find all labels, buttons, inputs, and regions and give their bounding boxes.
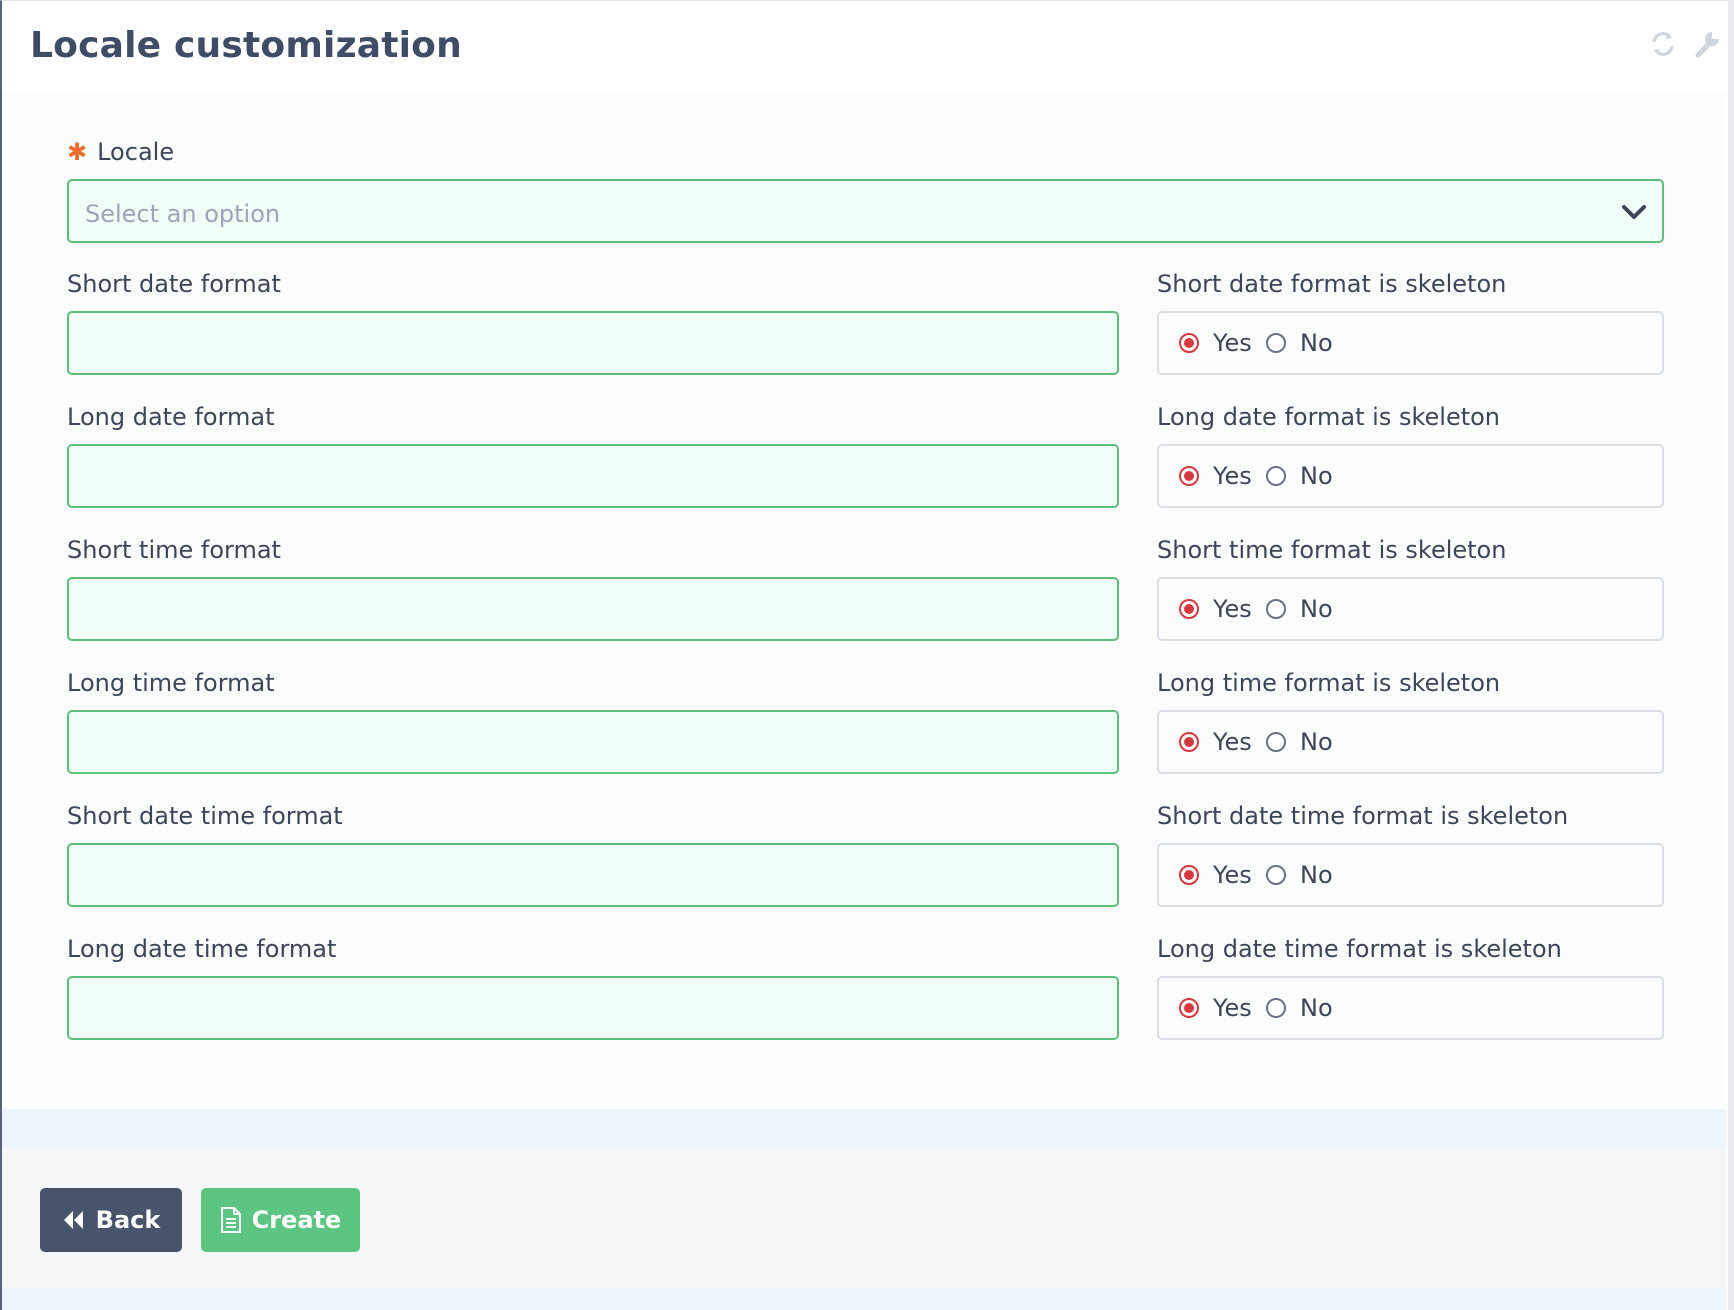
- footer-bottom: [2, 1288, 1726, 1310]
- page-title: Locale customization: [30, 25, 462, 66]
- skeleton-radio-group: Yes No: [1157, 843, 1664, 907]
- skeleton-label: Long time format is skeleton: [1157, 669, 1501, 697]
- radio-label-no: No: [1300, 595, 1333, 623]
- scrollbar[interactable]: [1728, 0, 1734, 1310]
- skeleton-label: Long date format is skeleton: [1157, 403, 1501, 431]
- back-button-label: Back: [95, 1206, 161, 1234]
- required-icon: ✱: [67, 138, 88, 166]
- format-label: Short date format: [67, 270, 281, 298]
- radio-button-no[interactable]: [1266, 333, 1286, 353]
- format-input[interactable]: [67, 444, 1119, 508]
- radio-option-no[interactable]: No: [1266, 728, 1333, 756]
- radio-option-no[interactable]: No: [1266, 595, 1333, 623]
- refresh-icon[interactable]: [1646, 27, 1680, 61]
- radio-button-yes[interactable]: [1179, 599, 1199, 619]
- radio-label-no: No: [1300, 994, 1333, 1022]
- radio-label-no: No: [1300, 861, 1333, 889]
- radio-button-no[interactable]: [1266, 865, 1286, 885]
- radio-button-no[interactable]: [1266, 732, 1286, 752]
- radio-button-yes[interactable]: [1179, 998, 1199, 1018]
- skeleton-label: Short date time format is skeleton: [1157, 802, 1569, 830]
- radio-button-yes[interactable]: [1179, 466, 1199, 486]
- radio-label-yes: Yes: [1213, 728, 1252, 756]
- format-input[interactable]: [67, 577, 1119, 641]
- radio-option-yes[interactable]: Yes: [1179, 861, 1252, 889]
- footer-separator: [2, 1109, 1726, 1147]
- radio-label-no: No: [1300, 462, 1333, 490]
- radio-option-yes[interactable]: Yes: [1179, 595, 1252, 623]
- format-input[interactable]: [67, 311, 1119, 375]
- radio-option-yes[interactable]: Yes: [1179, 462, 1252, 490]
- radio-button-yes[interactable]: [1179, 732, 1199, 752]
- skeleton-radio-group: Yes No: [1157, 444, 1664, 508]
- radio-label-yes: Yes: [1213, 861, 1252, 889]
- radio-option-no[interactable]: No: [1266, 994, 1333, 1022]
- skeleton-radio-group: Yes No: [1157, 976, 1664, 1040]
- back-button[interactable]: Back: [40, 1188, 182, 1252]
- radio-label-yes: Yes: [1213, 329, 1252, 357]
- locale-select-placeholder: Select an option: [85, 200, 281, 228]
- radio-button-no[interactable]: [1266, 998, 1286, 1018]
- skeleton-label: Short date format is skeleton: [1157, 270, 1507, 298]
- format-label: Short time format: [67, 536, 281, 564]
- format-input[interactable]: [67, 710, 1119, 774]
- format-input[interactable]: [67, 843, 1119, 907]
- radio-option-yes[interactable]: Yes: [1179, 329, 1252, 357]
- radio-option-no[interactable]: No: [1266, 861, 1333, 889]
- radio-label-yes: Yes: [1213, 462, 1252, 490]
- format-label: Short date time format: [67, 802, 343, 830]
- page-header: Locale customization: [2, 1, 1726, 93]
- chevron-down-icon: [1620, 201, 1648, 223]
- radio-option-yes[interactable]: Yes: [1179, 728, 1252, 756]
- file-icon: [220, 1207, 241, 1233]
- double-chevron-left-icon: [63, 1211, 83, 1229]
- locale-select[interactable]: Select an option: [67, 179, 1664, 243]
- locale-label: ✱ Locale: [67, 138, 174, 166]
- radio-label-yes: Yes: [1213, 595, 1252, 623]
- radio-button-no[interactable]: [1266, 599, 1286, 619]
- skeleton-label: Long date time format is skeleton: [1157, 935, 1562, 963]
- radio-label-no: No: [1300, 728, 1333, 756]
- radio-option-no[interactable]: No: [1266, 462, 1333, 490]
- skeleton-radio-group: Yes No: [1157, 710, 1664, 774]
- format-label: Long time format: [67, 669, 275, 697]
- radio-label-yes: Yes: [1213, 994, 1252, 1022]
- skeleton-radio-group: Yes No: [1157, 577, 1664, 641]
- format-label: Long date format: [67, 403, 275, 431]
- locale-label-text: Locale: [97, 138, 175, 166]
- radio-button-yes[interactable]: [1179, 333, 1199, 353]
- create-button[interactable]: Create: [201, 1188, 360, 1252]
- radio-label-no: No: [1300, 329, 1333, 357]
- radio-button-no[interactable]: [1266, 466, 1286, 486]
- create-button-label: Create: [251, 1206, 342, 1234]
- format-label: Long date time format: [67, 935, 337, 963]
- radio-option-yes[interactable]: Yes: [1179, 994, 1252, 1022]
- radio-button-yes[interactable]: [1179, 865, 1199, 885]
- wrench-icon[interactable]: [1690, 27, 1724, 61]
- radio-option-no[interactable]: No: [1266, 329, 1333, 357]
- skeleton-radio-group: Yes No: [1157, 311, 1664, 375]
- skeleton-label: Short time format is skeleton: [1157, 536, 1507, 564]
- format-input[interactable]: [67, 976, 1119, 1040]
